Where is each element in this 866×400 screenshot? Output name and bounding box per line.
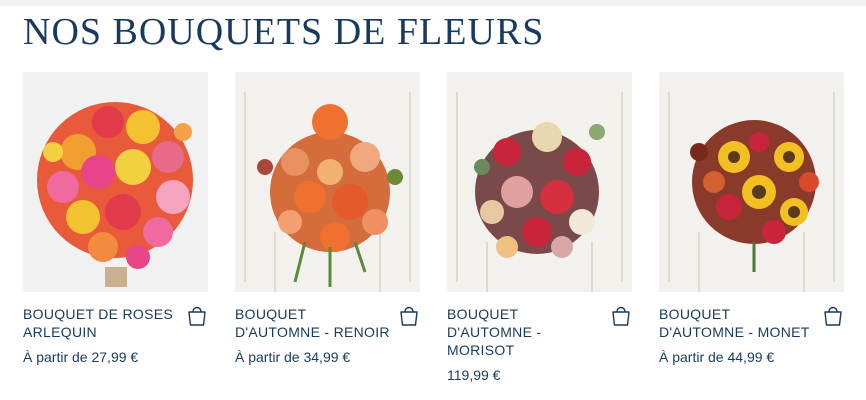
shopping-bag-icon[interactable] <box>822 303 844 327</box>
bouquet-roses-image <box>23 72 208 292</box>
product-name[interactable]: BOUQUET D'AUTOMNE - RENOIR <box>235 305 395 341</box>
product-price: À partir de 44,99 € <box>659 349 775 365</box>
shopping-bag-icon[interactable] <box>398 303 420 327</box>
product-grid: BOUQUET DE ROSES ARLEQUIN À partir de 27… <box>23 72 844 383</box>
section-title: NOS BOUQUETS DE FLEURS <box>23 11 545 53</box>
bouquet-renoir-image <box>235 72 420 292</box>
product-name[interactable]: BOUQUET DE ROSES ARLEQUIN <box>23 305 183 341</box>
shopping-bag-icon[interactable] <box>610 303 632 327</box>
bouquet-monet-image <box>659 72 844 292</box>
page: NOS BOUQUETS DE FLEURS BOUQUET DE ROSES … <box>0 0 866 400</box>
product-price: À partir de 34,99 € <box>235 349 351 365</box>
product-card[interactable]: BOUQUET D'AUTOMNE - RENOIR À partir de 3… <box>235 72 420 383</box>
product-price: À partir de 27,99 € <box>23 349 139 365</box>
product-image[interactable] <box>235 72 420 292</box>
product-price: 119,99 € <box>447 367 501 383</box>
bouquet-morisot-image <box>447 72 632 292</box>
product-image[interactable] <box>23 72 208 292</box>
top-bar <box>0 0 866 6</box>
product-card[interactable]: BOUQUET D'AUTOMNE - MORISOT 119,99 € <box>447 72 632 383</box>
product-name[interactable]: BOUQUET D'AUTOMNE - MORISOT <box>447 305 607 359</box>
product-image[interactable] <box>447 72 632 292</box>
product-card[interactable]: BOUQUET DE ROSES ARLEQUIN À partir de 27… <box>23 72 208 383</box>
product-card[interactable]: BOUQUET D'AUTOMNE - MONET À partir de 44… <box>659 72 844 383</box>
product-name[interactable]: BOUQUET D'AUTOMNE - MONET <box>659 305 819 341</box>
product-image[interactable] <box>659 72 844 292</box>
shopping-bag-icon[interactable] <box>186 303 208 327</box>
